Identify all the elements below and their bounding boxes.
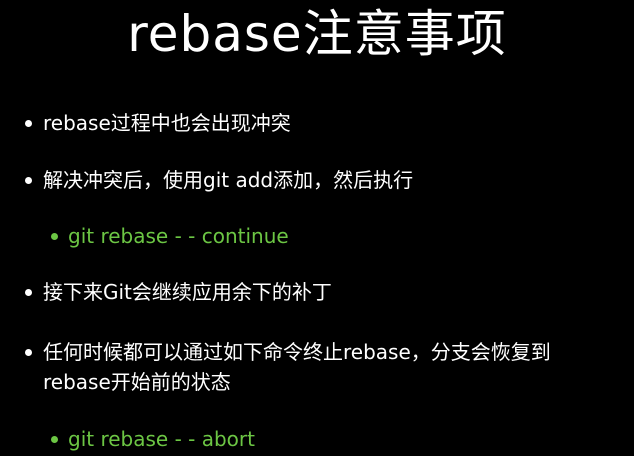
bullet-text-continuation: rebase开始前的状态 [43,370,231,394]
bullet-dot-icon [25,120,32,127]
bullet-text: 解决冲突后，使用git add添加，然后执行 [43,168,414,192]
bullet-text: 任何时候都可以通过如下命令终止rebase，分支会恢复到 [43,340,551,364]
bullet-dot-icon [25,349,32,356]
bullet-item: rebase过程中也会出现冲突 [25,108,291,138]
slide-title: rebase注意事项 [127,5,507,63]
command-text: git rebase - - continue [68,224,289,248]
command-text: git rebase - - abort [68,427,255,451]
bullet-item: 任何时候都可以通过如下命令终止rebase，分支会恢复到 rebase开始前的状… [25,337,551,397]
sub-bullet-item: git rebase - - abort [51,424,255,454]
bullet-dot-icon [25,177,32,184]
slide: rebase注意事项 rebase过程中也会出现冲突 解决冲突后，使用git a… [0,0,634,456]
bullet-dot-icon [25,289,32,296]
bullet-dot-icon [51,233,58,240]
bullet-text: 接下来Git会继续应用余下的补丁 [43,280,332,304]
bullet-text: rebase过程中也会出现冲突 [43,111,291,135]
bullet-item: 接下来Git会继续应用余下的补丁 [25,277,332,307]
bullet-item: 解决冲突后，使用git add添加，然后执行 [25,165,414,195]
bullet-dot-icon [51,436,58,443]
sub-bullet-item: git rebase - - continue [51,221,289,251]
